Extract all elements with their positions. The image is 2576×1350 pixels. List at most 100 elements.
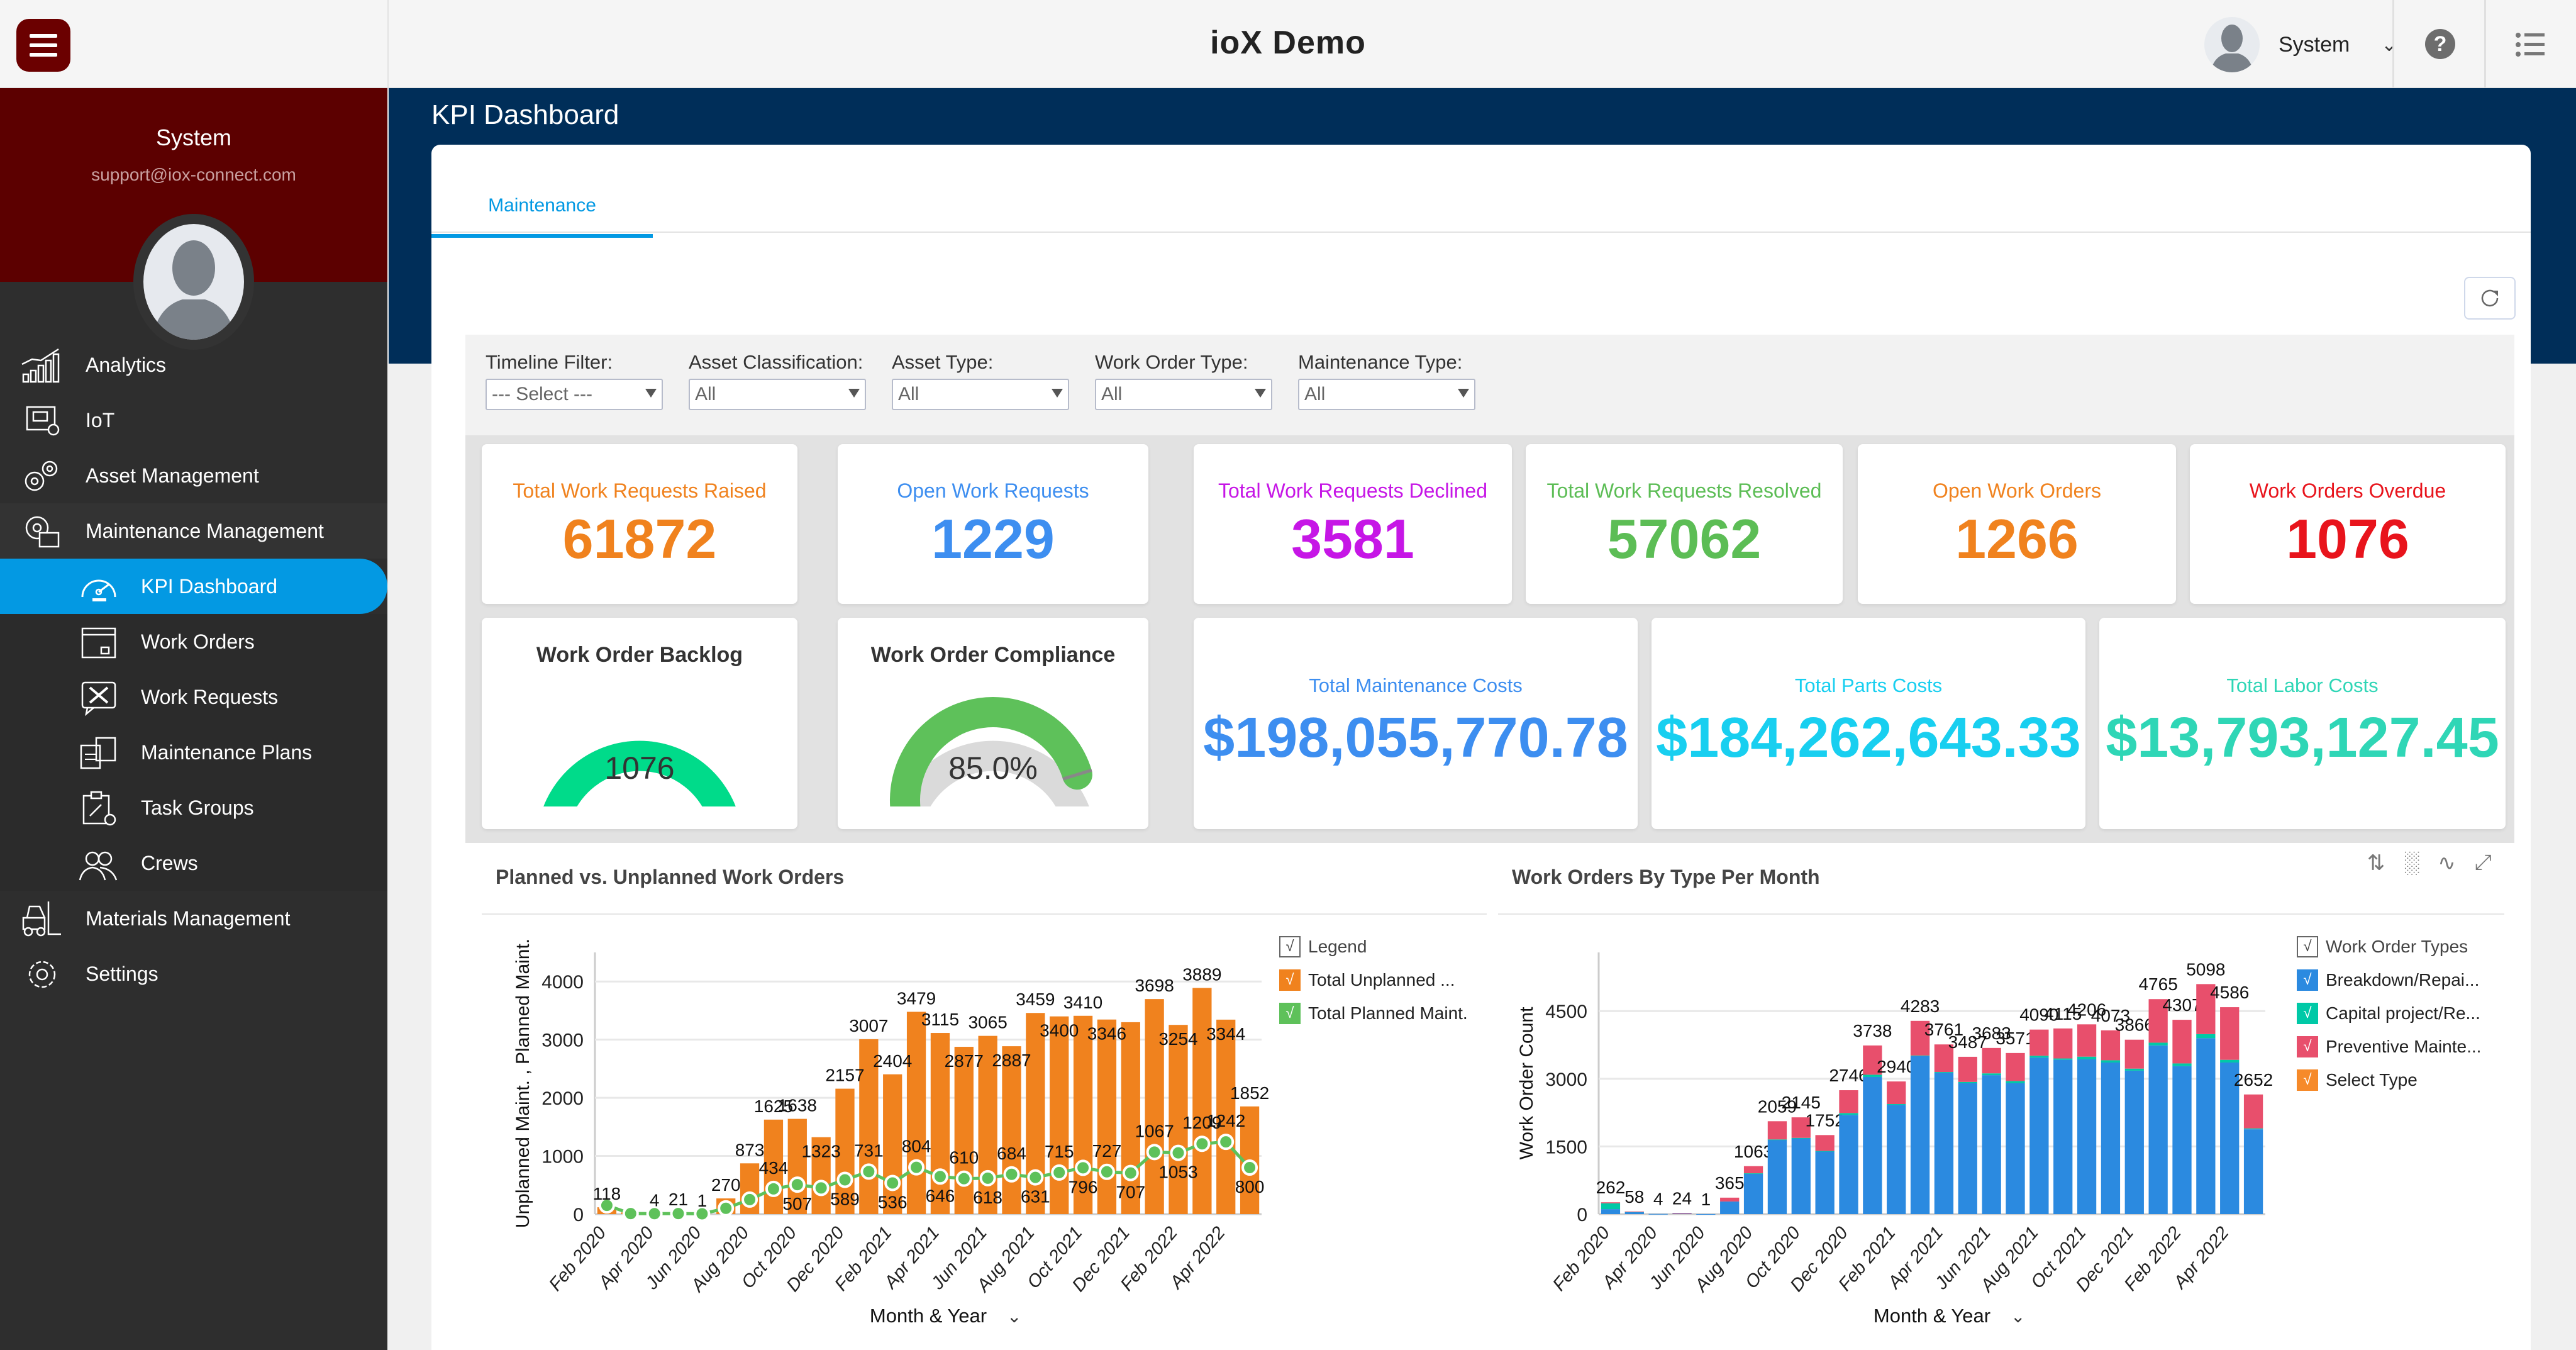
point-planned[interactable] [813, 1180, 830, 1197]
bar-segment-capital-project-re[interactable] [1791, 1137, 1811, 1139]
bar-segment-breakdown-repai[interactable] [1934, 1073, 1954, 1214]
bar-segment-preventive-mainte[interactable] [2006, 1052, 2025, 1081]
x-axis-label[interactable]: Month & Year [870, 1305, 987, 1327]
bar-segment-preventive-mainte[interactable] [2243, 1094, 2263, 1129]
point-planned[interactable] [1146, 1144, 1163, 1161]
point-planned[interactable] [955, 1170, 972, 1187]
sidebar-item-maintenance-management[interactable]: Maintenance Management [0, 503, 387, 559]
bar-segment-capital-project-re[interactable] [1839, 1113, 1858, 1115]
sidebar-item-work-requests[interactable]: Work Requests [0, 669, 387, 725]
bar-segment-preventive-mainte[interactable] [2077, 1024, 2097, 1057]
bar-segment-preventive-mainte[interactable] [2053, 1028, 2073, 1059]
bar-segment-breakdown-repai[interactable] [1863, 1076, 1882, 1214]
bar-segment-breakdown-repai[interactable] [1839, 1115, 1858, 1214]
expand-icon[interactable]: ⤢ [2475, 851, 2492, 876]
user-menu[interactable]: System ⌄ [2204, 16, 2397, 73]
profile-avatar[interactable] [133, 214, 254, 350]
bar-segment-breakdown-repai[interactable] [1982, 1075, 2001, 1214]
bar-segment-preventive-mainte[interactable] [2029, 1029, 2049, 1056]
point-planned[interactable] [1027, 1169, 1044, 1186]
bar-segment-capital-project-re[interactable] [2006, 1081, 2025, 1083]
bar-segment-breakdown-repai[interactable] [2077, 1059, 2097, 1214]
bar-segment-preventive-mainte[interactable] [1601, 1202, 1621, 1203]
bar-segment-preventive-mainte[interactable] [1839, 1090, 1858, 1113]
bar-segment-capital-project-re[interactable] [1958, 1081, 1977, 1083]
legend-item[interactable]: √ Total Unplanned ... [1279, 963, 1468, 996]
point-planned[interactable] [1003, 1166, 1020, 1183]
point-planned[interactable] [622, 1205, 639, 1222]
point-planned[interactable] [1122, 1164, 1139, 1181]
legend-header[interactable]: √ Legend [1279, 930, 1468, 963]
sidebar-item-iot[interactable]: IoT [0, 393, 387, 448]
bar-segment-breakdown-repai[interactable] [2006, 1083, 2025, 1214]
x-axis-label[interactable]: Month & Year [1874, 1305, 1990, 1327]
bar-segment-breakdown-repai[interactable] [1743, 1173, 1763, 1214]
sidebar-item-settings[interactable]: Settings [0, 946, 387, 1001]
bar-segment-breakdown-repai[interactable] [2053, 1059, 2073, 1214]
bar-segment-breakdown-repai[interactable] [2196, 1038, 2216, 1214]
bar-segment-preventive-mainte[interactable] [1958, 1056, 1977, 1082]
bar-segment-breakdown-repai[interactable] [1910, 1056, 1930, 1214]
filter-select[interactable]: All [1095, 379, 1272, 410]
bar-segment-breakdown-repai[interactable] [1887, 1105, 1906, 1214]
bar-segment-breakdown-repai[interactable] [1601, 1209, 1621, 1214]
bar-segment-preventive-mainte[interactable] [1887, 1081, 1906, 1104]
filter-select[interactable]: --- Select --- [486, 379, 663, 410]
hamburger-menu-button[interactable] [16, 19, 70, 72]
filter-select[interactable]: All [689, 379, 866, 410]
point-planned[interactable] [1098, 1163, 1115, 1180]
bar-segment-preventive-mainte[interactable] [2101, 1030, 2121, 1061]
bar-segment-capital-project-re[interactable] [2077, 1056, 2097, 1059]
bar-segment-breakdown-repai[interactable] [1791, 1138, 1811, 1214]
bar-segment-capital-project-re[interactable] [2124, 1068, 2144, 1071]
bar-segment-breakdown-repai[interactable] [2124, 1070, 2144, 1214]
bar-segment-capital-project-re[interactable] [2196, 1034, 2216, 1039]
bar-segment-capital-project-re[interactable] [1934, 1072, 1954, 1073]
bar-segment-capital-project-re[interactable] [2148, 1042, 2168, 1046]
bar-segment-breakdown-repai[interactable] [1767, 1139, 1787, 1214]
bar-segment-capital-project-re[interactable] [2220, 1059, 2240, 1063]
filter-select[interactable]: All [1298, 379, 1475, 410]
point-planned[interactable] [718, 1200, 735, 1217]
point-planned[interactable] [765, 1180, 782, 1197]
bar-segment-breakdown-repai[interactable] [2172, 1066, 2192, 1214]
point-planned[interactable] [1075, 1159, 1092, 1176]
bar-segment-preventive-mainte[interactable] [2172, 1020, 2192, 1064]
bar-chart-icon[interactable]: ░ [2404, 851, 2419, 876]
sidebar-item-asset-management[interactable]: Asset Management [0, 448, 387, 503]
chevron-down-icon[interactable]: ⌄ [1007, 1307, 1021, 1326]
bar-unplanned[interactable] [906, 1012, 926, 1214]
bar-segment-capital-project-re[interactable] [2101, 1060, 2121, 1063]
legend-item[interactable]: √ Select Type [2297, 1063, 2481, 1096]
point-planned[interactable] [1241, 1159, 1258, 1176]
sidebar-item-kpi-dashboard[interactable]: KPI Dashboard [0, 559, 387, 614]
legend-item[interactable]: √ Breakdown/Repai... [2297, 963, 2481, 996]
bar-segment-breakdown-repai[interactable] [2101, 1063, 2121, 1214]
bar-segment-preventive-mainte[interactable] [2124, 1039, 2144, 1069]
bar-unplanned[interactable] [1002, 1046, 1021, 1214]
point-planned[interactable] [741, 1191, 758, 1208]
bar-segment-preventive-mainte[interactable] [1743, 1166, 1763, 1174]
point-planned[interactable] [979, 1169, 996, 1186]
bar-unplanned[interactable] [1050, 1016, 1069, 1214]
legend-item[interactable]: √ Preventive Mainte... [2297, 1030, 2481, 1063]
sidebar-item-materials-management[interactable]: Materials Management [0, 891, 387, 946]
bar-unplanned[interactable] [1097, 1019, 1117, 1214]
bar-segment-preventive-mainte[interactable] [1720, 1197, 1740, 1202]
bar-segment-capital-project-re[interactable] [1815, 1151, 1835, 1152]
bar-segment-capital-project-re[interactable] [2172, 1063, 2192, 1066]
bar-segment-preventive-mainte[interactable] [1815, 1135, 1835, 1151]
list-icon[interactable] [2516, 33, 2545, 57]
tab-maintenance[interactable]: Maintenance [431, 172, 653, 238]
legend-item[interactable]: √ Total Planned Maint. [1279, 996, 1468, 1030]
bar-segment-capital-project-re[interactable] [2053, 1058, 2073, 1060]
legend-header[interactable]: √ Work Order Types [2297, 930, 2481, 963]
point-planned[interactable] [1051, 1164, 1068, 1181]
bar-unplanned[interactable] [954, 1047, 974, 1214]
filter-select[interactable]: All [892, 379, 1069, 410]
bar-segment-preventive-mainte[interactable] [2220, 1007, 2240, 1060]
bar-segment-capital-project-re[interactable] [1743, 1173, 1763, 1174]
sidebar-item-crews[interactable]: Crews [0, 835, 387, 891]
bar-segment-preventive-mainte[interactable] [1767, 1121, 1787, 1140]
point-planned[interactable] [1194, 1135, 1211, 1152]
